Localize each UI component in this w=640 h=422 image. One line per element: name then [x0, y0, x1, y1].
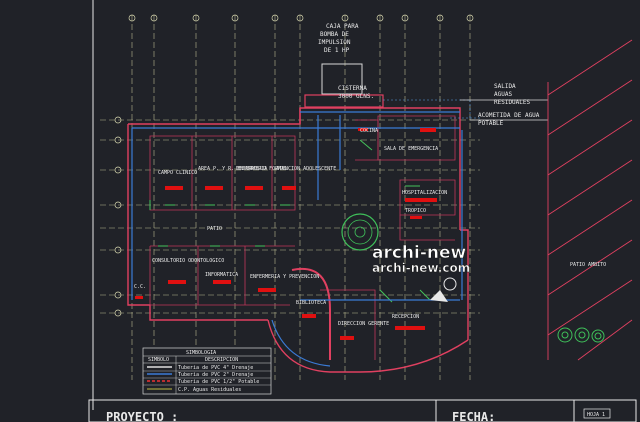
label-acometida: ACOMETIDA DE AGUA: [478, 112, 540, 119]
legend-desc-0: Tuberia de PVC 4" Drenaje: [178, 365, 253, 371]
room-enfermeria: ENFERMERIA Y PREVENCION: [250, 274, 319, 280]
adjacent-lot-hatch: [547, 39, 633, 361]
room-patio-ambito: PATIO AMBITO: [570, 262, 606, 268]
room-direccion: DIRECCION GERENTE: [338, 321, 389, 327]
room-patio: PATIO: [207, 226, 222, 232]
label-salida: SALIDA: [494, 83, 516, 90]
watermark-brand: archi-new: [372, 243, 467, 263]
room-cocina: COCINA: [360, 128, 378, 134]
room-cc: C.C.: [134, 284, 146, 290]
room-atencion-adolescente: ATENCION ADOLESCENTE: [276, 166, 336, 172]
blue-curve: [271, 319, 331, 367]
water-pipes: [383, 99, 480, 120]
cad-drawing-canvas: CAJA PARA BOMBA DE IMPULSION DE 1 HP CIS…: [0, 0, 640, 422]
room-recepcion: RECEPCION: [392, 314, 419, 320]
grid-axes: [100, 15, 480, 380]
pencil-icon: [430, 290, 448, 302]
logo-ring-icon: [443, 277, 457, 291]
label-impulsion: IMPULSION: [318, 39, 351, 46]
label-caja-para: CAJA PARA: [326, 23, 359, 30]
label-cisterna: CISTERNA: [338, 85, 367, 92]
title-fecha: FECHA:: [452, 410, 495, 422]
shrubs: [557, 327, 605, 343]
label-aguas: AGUAS: [494, 91, 512, 98]
legend-table: SIMBOLOGIA SIMBOLO DESCRIPCION Tuberia d…: [142, 347, 272, 395]
room-sala-emergencia: SALA DE EMERGENCIA: [384, 146, 438, 152]
room-campo-clinico: CAMPO CLINICO: [158, 170, 197, 176]
room-informatica: INFORMATICA: [205, 272, 238, 278]
label-glns: 3000 GLNS.: [338, 93, 374, 100]
title-proyecto: PROYECTO :: [106, 410, 178, 422]
watermark-url: archi-new.com: [372, 261, 470, 275]
label-bomba: BOMBA DE: [320, 31, 349, 38]
legend-desc-2: Tuberia de PVC 1/2" Potable: [178, 379, 259, 385]
room-hospitalizacion: HOSPITALIZACION: [402, 190, 447, 196]
legend-desc-1: Tuberia de PVC 2" Drenaje: [178, 372, 253, 378]
inner-walls: [149, 115, 460, 360]
label-potable: POTABLE: [478, 120, 504, 127]
legend-title: SIMBOLOGIA: [186, 350, 216, 356]
legend-desc-3: C.P. Aguas Residuales: [178, 387, 241, 393]
title-hoja: HOJA 1: [587, 412, 605, 418]
label-hp: DE 1 HP: [324, 47, 350, 54]
legend-col-symbol: SIMBOLO: [148, 357, 169, 363]
room-tropico: TROPICO: [405, 208, 426, 214]
room-biblioteca: BIBLIOTECA: [296, 300, 326, 306]
watermark-logo: archi-new archi-new.com: [372, 243, 470, 302]
room-consultorio: CONSULTORIO ODONTOLOGICO: [152, 258, 224, 264]
floor-plan-drawing: CAJA PARA BOMBA DE IMPULSION DE 1 HP CIS…: [88, 0, 637, 422]
label-residuales: RESIDUALES: [494, 99, 531, 106]
legend-col-desc: DESCRIPCION: [205, 357, 238, 363]
